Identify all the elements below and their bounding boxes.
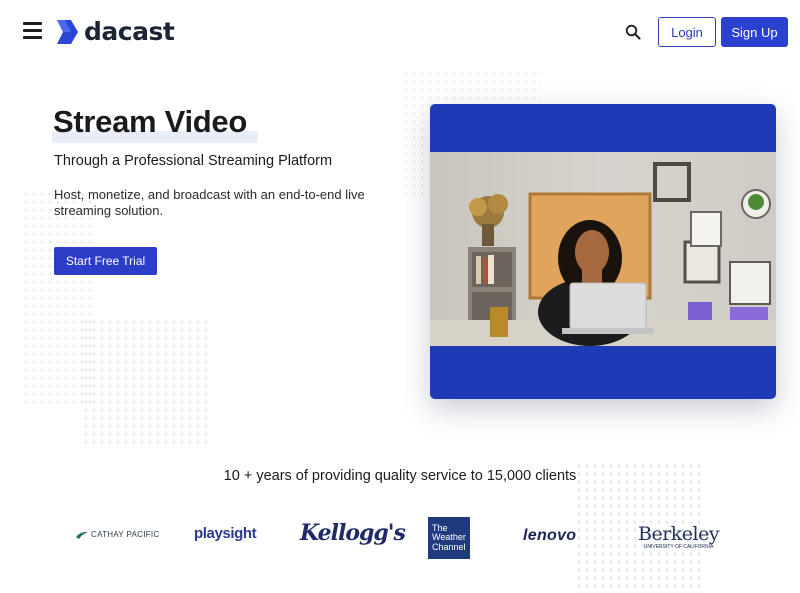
cathay-pacific-logo: CATHAY PACIFIC [76, 530, 160, 539]
hero-subtitle: Through a Professional Streaming Platfor… [54, 153, 333, 169]
dacast-logo-mark-icon [57, 19, 78, 44]
hero-video-image [430, 152, 776, 346]
lenovo-logo: lenovo [523, 527, 577, 544]
brand-name: dacast [84, 17, 175, 46]
kelloggs-logo: Kellogg's [300, 520, 406, 546]
search-icon[interactable] [625, 24, 641, 40]
playsight-logo: playsight [194, 525, 257, 542]
berkeley-logo: Berkeley UNIVERSITY OF CALIFORNIA [638, 523, 720, 550]
start-free-trial-button[interactable]: Start Free Trial [54, 247, 157, 275]
client-logo-label: Berkeley [638, 523, 720, 545]
client-logo-label: CATHAY PACIFIC [91, 530, 160, 539]
weather-channel-logo: The Weather Channel [428, 517, 470, 559]
cathay-brushwing-icon [76, 531, 88, 539]
client-logo-line: Channel [432, 541, 466, 552]
dot-pattern [82, 318, 208, 446]
client-logo-tagline: UNIVERSITY OF CALIFORNIA [643, 544, 714, 550]
signup-button[interactable]: Sign Up [721, 17, 788, 47]
hero-description: Host, monetize, and broadcast with an en… [54, 187, 365, 218]
client-logos: CATHAY PACIFIC playsight Kellogg's The W… [0, 510, 800, 565]
hero-video-card[interactable] [430, 104, 776, 399]
login-button[interactable]: Login [658, 17, 716, 47]
site-header: dacast Login Sign Up [0, 0, 800, 64]
hero-title: Stream Video [53, 104, 247, 139]
clients-heading: 10 + years of providing quality service … [223, 468, 577, 484]
hamburger-menu-icon[interactable] [23, 22, 42, 39]
dot-pattern [22, 190, 94, 405]
dacast-logo[interactable]: dacast [55, 17, 175, 46]
